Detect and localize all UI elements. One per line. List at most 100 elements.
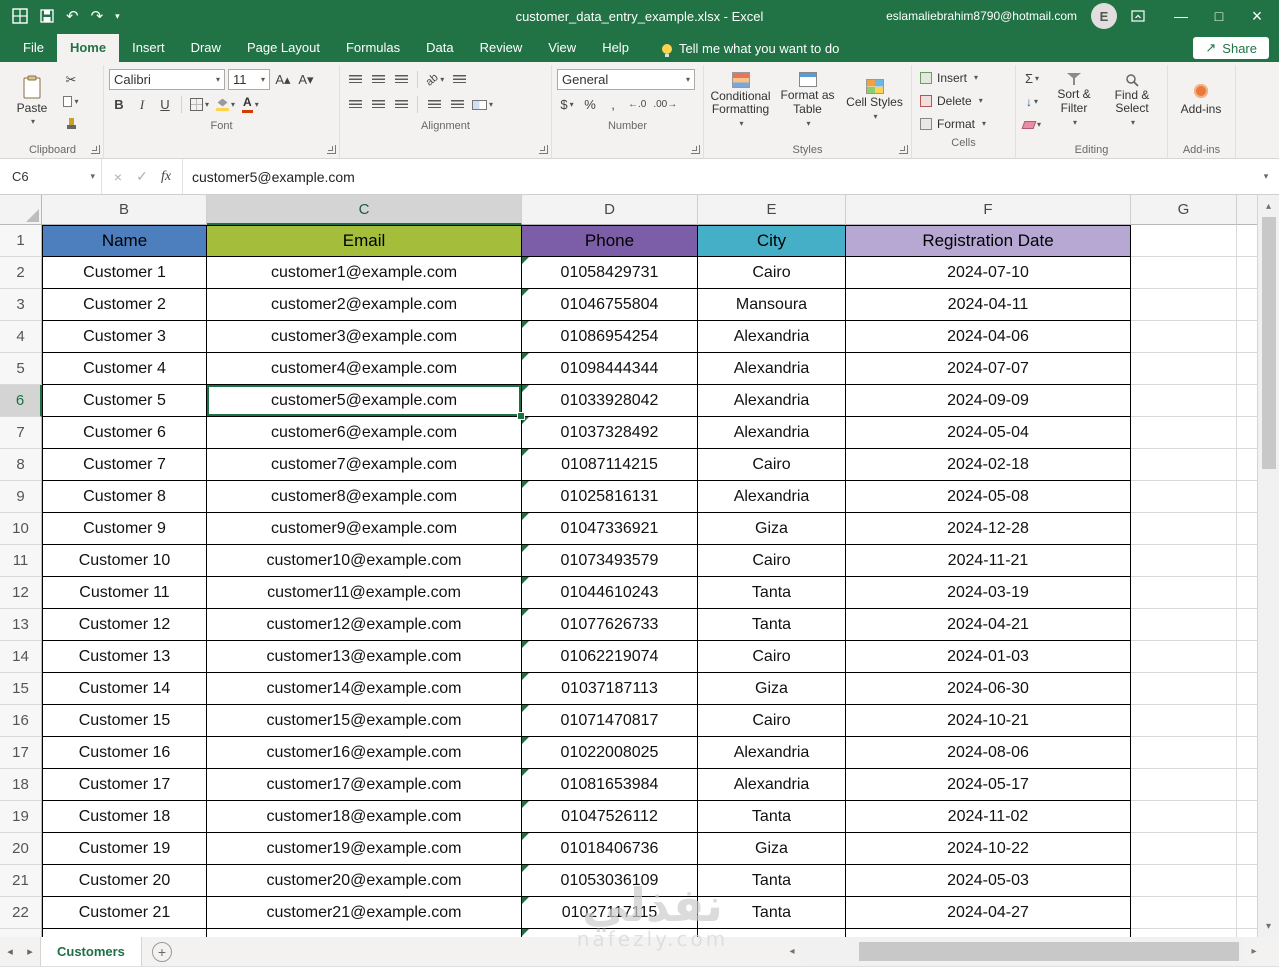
row-header-12[interactable]: 12	[0, 577, 42, 609]
tab-review[interactable]: Review	[467, 34, 536, 62]
tab-file[interactable]: File	[10, 34, 57, 62]
italic-button[interactable]: I	[132, 94, 152, 115]
vertical-scroll-thumb[interactable]	[1261, 217, 1276, 469]
enter-icon[interactable]: ✓	[131, 168, 153, 185]
row-header-1[interactable]: 1	[0, 225, 42, 257]
cell-E12[interactable]: Tanta	[698, 577, 846, 609]
cell-G11[interactable]	[1131, 545, 1237, 577]
excel-app-icon[interactable]	[12, 8, 28, 24]
cell-D16[interactable]: 01071470817	[522, 705, 698, 737]
avatar[interactable]: E	[1091, 3, 1117, 29]
tab-insert[interactable]: Insert	[119, 34, 178, 62]
row-header-20[interactable]: 20	[0, 833, 42, 865]
cell-C23[interactable]	[207, 929, 522, 937]
align-right-button[interactable]	[391, 94, 411, 115]
increase-indent-button[interactable]	[447, 94, 467, 115]
sheet-nav-left-icon[interactable]: ◂	[0, 945, 20, 958]
cell-G21[interactable]	[1131, 865, 1237, 897]
tab-view[interactable]: View	[535, 34, 589, 62]
cell-E20[interactable]: Giza	[698, 833, 846, 865]
row-header-15[interactable]: 15	[0, 673, 42, 705]
cell-F6[interactable]: 2024-09-09	[846, 385, 1131, 417]
cell-G22[interactable]	[1131, 897, 1237, 929]
column-header-C[interactable]: C	[207, 195, 522, 225]
sort-filter-button[interactable]: Sort & Filter ▾	[1047, 67, 1101, 133]
cell-styles-button[interactable]: Cell Styles ▾	[843, 67, 906, 133]
cell-E22[interactable]: Tanta	[698, 897, 846, 929]
cell-B2[interactable]: Customer 1	[42, 257, 207, 289]
cell-D10[interactable]: 01047336921	[522, 513, 698, 545]
column-header-F[interactable]: F	[846, 195, 1131, 225]
font-name-select[interactable]: Calibri ▾	[109, 69, 225, 90]
decrease-font-size-icon[interactable]: A▾	[296, 69, 316, 90]
format-as-table-button[interactable]: Format as Table ▾	[776, 67, 839, 133]
decrease-decimal-button[interactable]: .00→	[651, 94, 679, 115]
maximize-button[interactable]: □	[1207, 9, 1231, 23]
row-header-13[interactable]: 13	[0, 609, 42, 641]
cell-F5[interactable]: 2024-07-07	[846, 353, 1131, 385]
borders-button[interactable]: ▾	[188, 94, 211, 115]
cell-F19[interactable]: 2024-11-02	[846, 801, 1131, 833]
cell-B22[interactable]: Customer 21	[42, 897, 207, 929]
horizontal-scroll-thumb[interactable]	[859, 942, 1239, 961]
cell-F7[interactable]: 2024-05-04	[846, 417, 1131, 449]
cell-G2[interactable]	[1131, 257, 1237, 289]
cell-C14[interactable]: customer13@example.com	[207, 641, 522, 673]
insert-function-icon[interactable]: fx	[155, 169, 177, 185]
cell-E2[interactable]: Cairo	[698, 257, 846, 289]
formula-input[interactable]: customer5@example.com	[183, 159, 1253, 194]
customize-quick-access-icon[interactable]: ▾	[115, 11, 120, 21]
format-painter-button[interactable]	[61, 113, 81, 134]
cell-E11[interactable]: Cairo	[698, 545, 846, 577]
row-header-7[interactable]: 7	[0, 417, 42, 449]
cell-E6[interactable]: Alexandria	[698, 385, 846, 417]
cell-G8[interactable]	[1131, 449, 1237, 481]
redo-icon[interactable]: ↷	[91, 9, 104, 24]
cell-C10[interactable]: customer9@example.com	[207, 513, 522, 545]
cell-D22[interactable]: 01027117115	[522, 897, 698, 929]
row-header-23[interactable]	[0, 929, 42, 937]
merge-center-button[interactable]: ▾	[470, 94, 495, 115]
cell-C22[interactable]: customer21@example.com	[207, 897, 522, 929]
cell-D18[interactable]: 01081653984	[522, 769, 698, 801]
cell-E23[interactable]	[698, 929, 846, 937]
cell-G15[interactable]	[1131, 673, 1237, 705]
cell-E19[interactable]: Tanta	[698, 801, 846, 833]
cell-D21[interactable]: 01053036109	[522, 865, 698, 897]
cell-F13[interactable]: 2024-04-21	[846, 609, 1131, 641]
conditional-formatting-button[interactable]: Conditional Formatting ▾	[709, 67, 772, 133]
row-header-6[interactable]: 6	[0, 385, 42, 417]
row-header-4[interactable]: 4	[0, 321, 42, 353]
cell-E10[interactable]: Giza	[698, 513, 846, 545]
cell-B18[interactable]: Customer 17	[42, 769, 207, 801]
cell-E8[interactable]: Cairo	[698, 449, 846, 481]
header-cell-city[interactable]: City	[698, 225, 846, 257]
underline-button[interactable]: U	[155, 94, 175, 115]
cell-B19[interactable]: Customer 18	[42, 801, 207, 833]
cell-D4[interactable]: 01086954254	[522, 321, 698, 353]
minimize-button[interactable]: —	[1169, 9, 1193, 23]
delete-button[interactable]: Delete ▾	[917, 90, 1010, 111]
cancel-icon[interactable]: ×	[107, 169, 129, 185]
cell-D20[interactable]: 01018406736	[522, 833, 698, 865]
cell-C20[interactable]: customer19@example.com	[207, 833, 522, 865]
cell-E18[interactable]: Alexandria	[698, 769, 846, 801]
percent-style-button[interactable]: %	[580, 94, 600, 115]
cell-D3[interactable]: 01046755804	[522, 289, 698, 321]
formula-bar-expand-icon[interactable]: ▾	[1253, 159, 1279, 194]
cell-B8[interactable]: Customer 7	[42, 449, 207, 481]
cell-F3[interactable]: 2024-04-11	[846, 289, 1131, 321]
row-header-16[interactable]: 16	[0, 705, 42, 737]
cell-G23[interactable]	[1131, 929, 1237, 937]
tell-me-box[interactable]: Tell me what you want to do	[661, 41, 839, 57]
sheet-tab-customers[interactable]: Customers	[40, 937, 142, 966]
orientation-button[interactable]: ab ▾	[424, 69, 446, 90]
column-header-G[interactable]: G	[1131, 195, 1237, 225]
cell-B13[interactable]: Customer 12	[42, 609, 207, 641]
cell-E7[interactable]: Alexandria	[698, 417, 846, 449]
cell-B17[interactable]: Customer 16	[42, 737, 207, 769]
vertical-scrollbar[interactable]: ▴ ▾	[1257, 195, 1279, 937]
row-header-19[interactable]: 19	[0, 801, 42, 833]
cell-B21[interactable]: Customer 20	[42, 865, 207, 897]
cell-F11[interactable]: 2024-11-21	[846, 545, 1131, 577]
